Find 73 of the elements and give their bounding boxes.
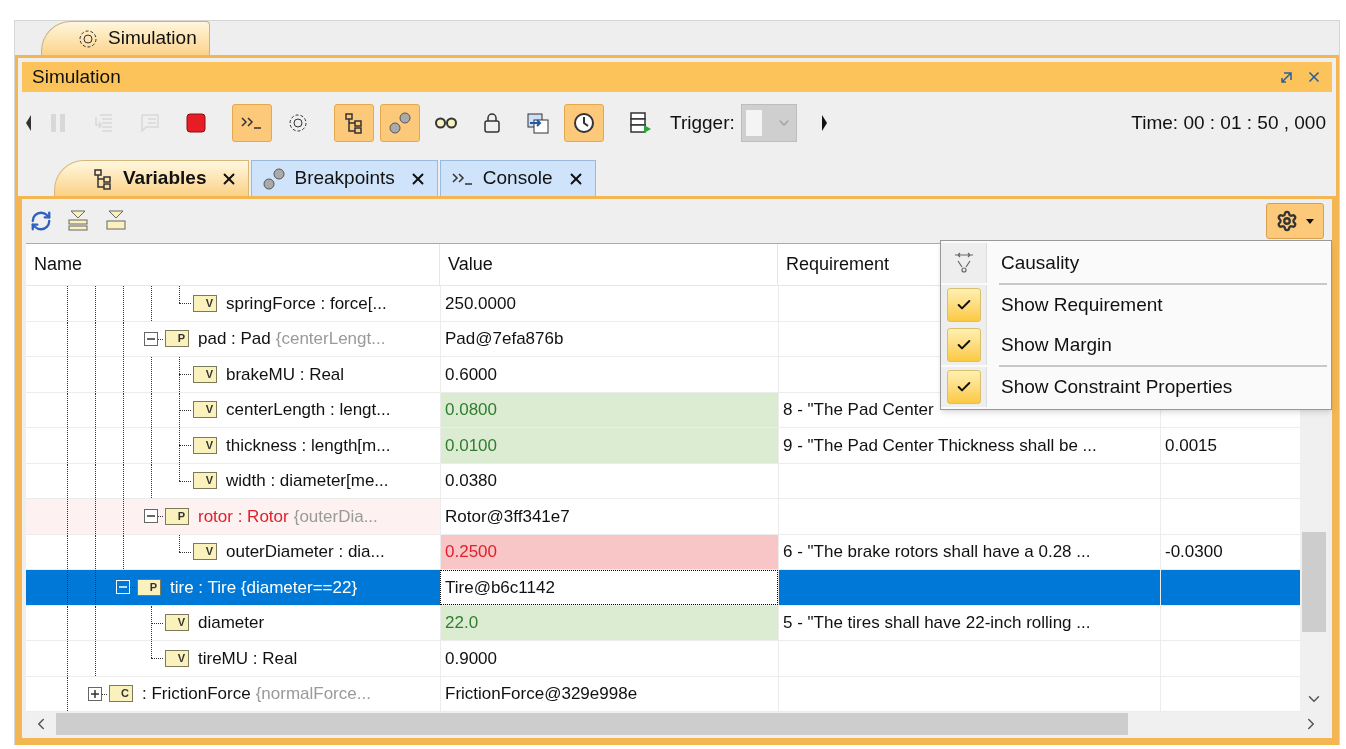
- breakpoints-icon: [262, 166, 287, 191]
- element-type-badge: V: [193, 436, 217, 454]
- menu-item[interactable]: Show Requirement: [941, 285, 1331, 325]
- refresh-icon[interactable]: [30, 210, 52, 232]
- element-name: brakeMU : Real: [226, 363, 345, 386]
- simulation-time: Time: 00 : 01 : 50 , 000: [1131, 110, 1326, 135]
- scrollbar-thumb[interactable]: [56, 713, 1128, 735]
- element-type-badge: P: [165, 507, 189, 525]
- element-name: : FrictionForce: [142, 683, 251, 705]
- view-tab[interactable]: Breakpoints: [251, 160, 438, 196]
- value-cell: Tire@b6c1142: [440, 570, 778, 605]
- close-icon[interactable]: [1306, 69, 1322, 85]
- collapse-icon[interactable]: [144, 509, 158, 524]
- menu-item[interactable]: Show Margin: [941, 325, 1331, 365]
- export-icon: [526, 111, 550, 135]
- server-run-icon: [628, 111, 652, 135]
- element-type-badge: V: [165, 614, 189, 632]
- element-type-badge: V: [165, 649, 189, 667]
- scrollbar-thumb[interactable]: [1302, 532, 1326, 632]
- element-name: springForce : force[...: [226, 292, 387, 315]
- breakpoints-button[interactable]: [380, 104, 420, 142]
- view-tab[interactable]: Console: [439, 160, 596, 196]
- element-type-badge: P: [137, 578, 161, 596]
- trigger-label: Trigger:: [670, 110, 735, 135]
- element-type-badge: V: [193, 543, 217, 561]
- element-name: tire : Tire {diameter==22}: [170, 576, 358, 599]
- clock-icon: [572, 111, 596, 135]
- element-type-badge: P: [165, 330, 189, 348]
- element-name: tireMU : Real: [198, 647, 298, 670]
- collapse-all-icon[interactable]: [104, 209, 128, 233]
- column-header[interactable]: Name: [26, 244, 440, 285]
- settings-icon: [1276, 210, 1298, 232]
- menu-item[interactable]: Causality: [941, 243, 1331, 283]
- element-name: pad : Pad: [198, 328, 271, 350]
- constraint-text: {normalForce...: [255, 683, 371, 705]
- tree-row[interactable]: P rotor : Rotor {outerDia...: [26, 499, 440, 534]
- element-type-badge: C: [109, 685, 133, 703]
- checkmark-icon: [946, 370, 981, 404]
- expand-all-icon[interactable]: [66, 209, 90, 233]
- stop-icon: [184, 111, 208, 135]
- clock-button[interactable]: [564, 104, 604, 142]
- panel-title: Simulation: [32, 64, 121, 89]
- value-cell: 0.0800: [440, 392, 778, 427]
- element-type-badge: V: [193, 472, 217, 490]
- checkmark-icon: [946, 328, 981, 362]
- tree-button[interactable]: [334, 104, 374, 142]
- checkmark-icon: [946, 288, 981, 322]
- simulation-tab[interactable]: Simulation: [41, 21, 210, 55]
- element-name: thickness : length[m...: [226, 434, 391, 457]
- constraint-text: {centerLengt...: [275, 328, 386, 350]
- breakpoints-icon: [388, 111, 412, 135]
- element-name: diameter: [198, 612, 265, 634]
- collapse-icon[interactable]: [144, 331, 158, 346]
- element-name: width : diameter[me...: [226, 470, 389, 492]
- element-name: outerDiameter : dia...: [226, 541, 385, 563]
- element-type-badge: V: [193, 294, 217, 312]
- value-cell: 0.0100: [440, 428, 778, 463]
- view-tab[interactable]: Variables: [54, 160, 250, 196]
- gear-icon: [286, 111, 310, 135]
- value-cell: 22.0: [440, 605, 778, 640]
- console-button[interactable]: [232, 104, 272, 142]
- column-header[interactable]: Value: [440, 244, 778, 285]
- expand-icon[interactable]: [88, 686, 102, 701]
- element-type-badge: V: [193, 365, 217, 383]
- element-name: centerLength : lengt...: [226, 399, 391, 421]
- constraint-text: {outerDia...: [293, 505, 378, 528]
- element-name: rotor : Rotor: [198, 505, 289, 528]
- element-type-badge: V: [193, 401, 217, 419]
- value-cell: 0.2500: [440, 534, 778, 569]
- restore-icon[interactable]: [1280, 70, 1294, 84]
- tree-row[interactable]: P tire : Tire {diameter==22}: [26, 570, 440, 605]
- settings-dropdown-button[interactable]: [1266, 203, 1324, 239]
- caret-icon: [1306, 218, 1314, 224]
